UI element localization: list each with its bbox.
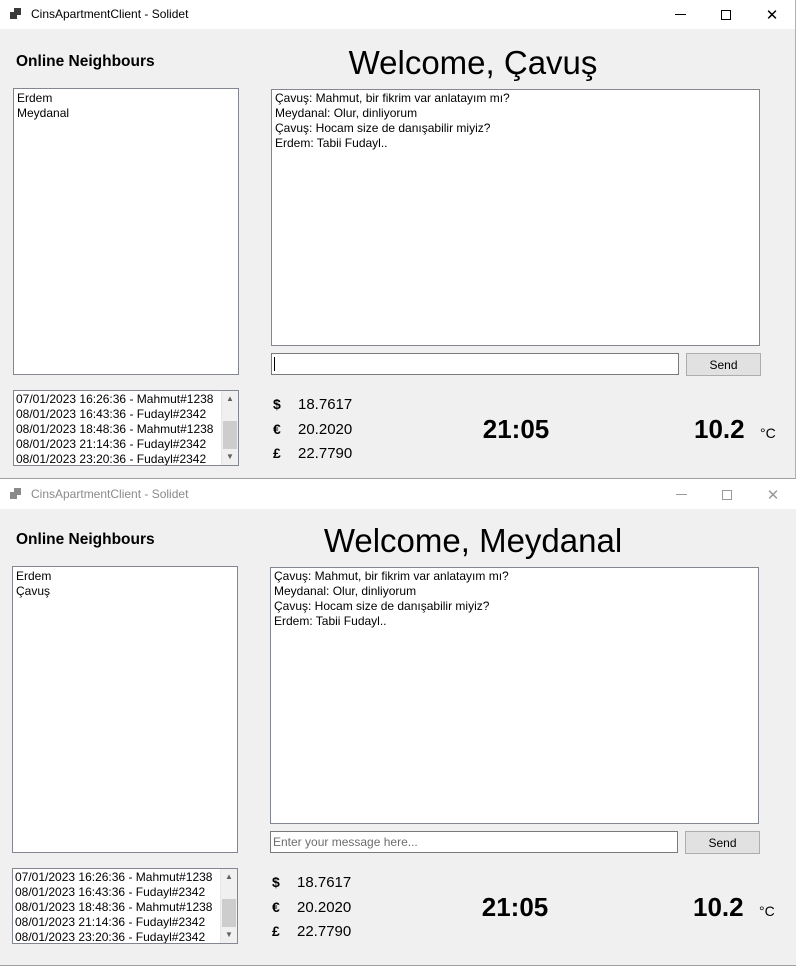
- scroll-thumb[interactable]: [223, 421, 237, 449]
- chat-history[interactable]: Çavuş: Mahmut, bir fikrim var anlatayım …: [271, 89, 760, 346]
- dollar-rate: 18.7617: [298, 396, 353, 413]
- clock: 21:05: [481, 892, 549, 922]
- log-entry[interactable]: 08/01/2023 18:48:36 - Mahmut#1238: [15, 900, 212, 915]
- neighbours-list[interactable]: Erdem Meydanal: [13, 88, 239, 375]
- chat-message: Meydanal: Olur, dinliyorum: [275, 106, 418, 120]
- close-icon: ✕: [765, 5, 779, 24]
- chat-history[interactable]: Çavuş: Mahmut, bir fikrim var anlatayım …: [270, 567, 759, 824]
- dollar-symbol: $: [272, 874, 280, 890]
- welcome-title: Welcome, Çavuş: [348, 44, 598, 81]
- euro-symbol: €: [273, 421, 281, 437]
- neighbour-item[interactable]: Erdem: [16, 569, 237, 584]
- temperature: 10.2: [694, 414, 745, 444]
- maximize-button[interactable]: [704, 480, 750, 509]
- login-log-list[interactable]: 07/01/2023 16:26:36 - Mahmut#1238 08/01/…: [13, 390, 239, 466]
- title-bar[interactable]: CinsApartmentClient - Solidet ✕: [0, 480, 796, 509]
- close-button[interactable]: ✕: [750, 480, 796, 509]
- log-scrollbar[interactable]: ▲ ▼: [221, 391, 238, 465]
- log-entry[interactable]: 08/01/2023 23:20:36 - Fudayl#2342: [16, 452, 213, 465]
- chat-message: Erdem: Tabii Fudayl..: [274, 614, 387, 628]
- log-entry[interactable]: 08/01/2023 21:14:36 - Fudayl#2342: [15, 915, 212, 930]
- scroll-down-arrow-icon[interactable]: ▼: [221, 927, 237, 943]
- minimize-icon: [674, 14, 686, 15]
- log-entry[interactable]: 08/01/2023 16:43:36 - Fudayl#2342: [15, 885, 212, 900]
- log-entry[interactable]: 07/01/2023 16:26:36 - Mahmut#1238: [16, 392, 213, 407]
- dollar-rate: 18.7617: [297, 874, 352, 891]
- chat-message: Çavuş: Mahmut, bir fikrim var anlatayım …: [274, 569, 509, 583]
- euro-symbol: €: [272, 899, 280, 915]
- online-neighbours-heading: Online Neighbours: [16, 53, 155, 70]
- maximize-icon: [721, 9, 731, 20]
- minimize-icon: [675, 494, 687, 495]
- chat-message: Meydanal: Olur, dinliyorum: [274, 584, 417, 598]
- window-title: CinsApartmentClient - Solidet: [31, 487, 189, 501]
- chat-message: Çavuş: Hocam size de danışabilir miyiz?: [275, 121, 491, 135]
- chat-message: Erdem: Tabii Fudayl..: [275, 136, 388, 150]
- welcome-title: Welcome, Meydanal: [323, 522, 623, 559]
- scroll-up-arrow-icon[interactable]: ▲: [221, 869, 237, 885]
- neighbour-item[interactable]: Çavuş: [16, 584, 237, 599]
- client-window-cavus: CinsApartmentClient - Solidet ✕ Online N…: [0, 0, 796, 479]
- send-button[interactable]: Send: [685, 831, 760, 854]
- app-icon: [10, 8, 22, 20]
- dollar-symbol: $: [273, 396, 281, 412]
- minimize-button[interactable]: [657, 0, 703, 29]
- app-icon: [10, 488, 22, 500]
- log-entry[interactable]: 08/01/2023 23:20:36 - Fudayl#2342: [15, 930, 212, 943]
- log-entry[interactable]: 08/01/2023 21:14:36 - Fudayl#2342: [16, 437, 213, 452]
- euro-rate: 20.2020: [297, 899, 352, 916]
- message-input[interactable]: [271, 353, 679, 375]
- window-title: CinsApartmentClient - Solidet: [31, 7, 189, 21]
- online-neighbours-heading: Online Neighbours: [16, 531, 155, 548]
- euro-rate: 20.2020: [298, 421, 353, 438]
- scroll-up-arrow-icon[interactable]: ▲: [222, 391, 238, 407]
- scroll-thumb[interactable]: [222, 899, 236, 927]
- neighbour-item[interactable]: Meydanal: [17, 106, 238, 121]
- maximize-icon: [722, 489, 732, 500]
- maximize-button[interactable]: [703, 0, 749, 29]
- chat-message: Çavuş: Hocam size de danışabilir miyiz?: [274, 599, 490, 613]
- pound-rate: 22.7790: [297, 923, 352, 940]
- scroll-down-arrow-icon[interactable]: ▼: [222, 449, 238, 465]
- title-bar[interactable]: CinsApartmentClient - Solidet ✕: [0, 0, 795, 29]
- login-log-list[interactable]: 07/01/2023 16:26:36 - Mahmut#1238 08/01/…: [12, 868, 238, 944]
- text-caret: [274, 357, 275, 371]
- close-icon: ✕: [766, 485, 780, 504]
- pound-symbol: £: [272, 923, 280, 939]
- message-input[interactable]: [270, 831, 678, 853]
- temperature-unit: °C: [760, 425, 776, 441]
- neighbour-item[interactable]: Erdem: [17, 91, 238, 106]
- neighbours-list[interactable]: Erdem Çavuş: [12, 566, 238, 853]
- temperature: 10.2: [693, 892, 744, 922]
- temperature-unit: °C: [759, 903, 775, 919]
- send-button[interactable]: Send: [686, 353, 761, 376]
- pound-symbol: £: [273, 445, 281, 461]
- pound-rate: 22.7790: [298, 445, 353, 462]
- log-scrollbar[interactable]: ▲ ▼: [220, 869, 237, 943]
- minimize-button[interactable]: [658, 480, 704, 509]
- client-window-meydanal: CinsApartmentClient - Solidet ✕ Online N…: [0, 480, 796, 966]
- log-entry[interactable]: 08/01/2023 18:48:36 - Mahmut#1238: [16, 422, 213, 437]
- log-entry[interactable]: 07/01/2023 16:26:36 - Mahmut#1238: [15, 870, 212, 885]
- chat-message: Çavuş: Mahmut, bir fikrim var anlatayım …: [275, 91, 510, 105]
- log-entry[interactable]: 08/01/2023 16:43:36 - Fudayl#2342: [16, 407, 213, 422]
- close-button[interactable]: ✕: [749, 0, 795, 29]
- clock: 21:05: [482, 414, 550, 444]
